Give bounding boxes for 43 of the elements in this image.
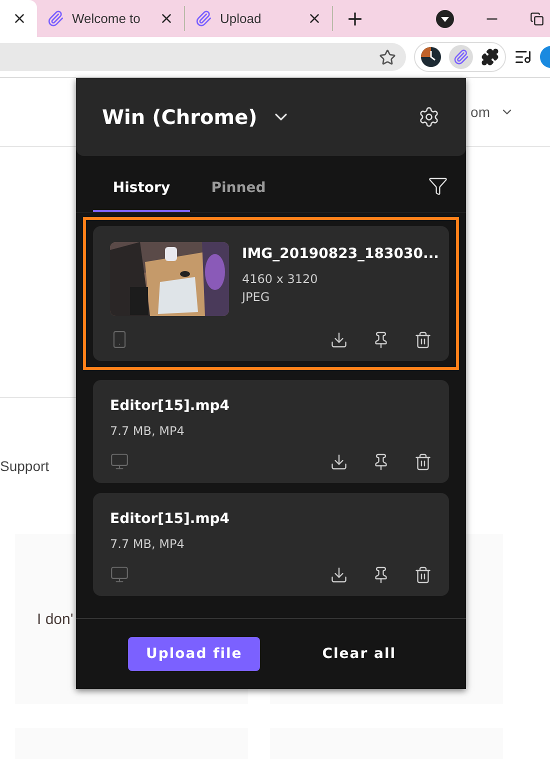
popup-tab[interactable]: History xyxy=(93,180,190,212)
pin-icon[interactable] xyxy=(372,566,390,584)
trash-icon[interactable] xyxy=(414,330,432,348)
tab-search-icon[interactable] xyxy=(436,10,454,28)
paperclip-icon xyxy=(195,10,212,27)
download-icon[interactable] xyxy=(330,566,348,584)
paperclip-icon xyxy=(47,10,64,27)
settings-icon[interactable] xyxy=(418,106,440,128)
trash-icon[interactable] xyxy=(414,452,432,470)
file-name: Editor[15].mp4 xyxy=(110,398,230,414)
download-icon[interactable] xyxy=(330,330,348,348)
file-name: Editor[15].mp4 xyxy=(110,511,230,527)
card-text: I don' xyxy=(37,610,74,628)
close-icon[interactable] xyxy=(307,11,322,26)
media-icon[interactable] xyxy=(514,48,532,66)
file-details: 7.7 MB, MP4 xyxy=(110,537,186,551)
download-icon[interactable] xyxy=(330,452,348,470)
device-title[interactable]: Win (Chrome) xyxy=(102,105,258,129)
star-icon[interactable] xyxy=(379,48,396,66)
upload-button[interactable]: Upload file xyxy=(128,637,260,671)
restore-icon[interactable] xyxy=(530,12,544,26)
browser-tab[interactable]: Upload xyxy=(185,6,333,31)
close-icon[interactable] xyxy=(12,11,27,26)
file-details: 4160 x 3120 xyxy=(242,272,319,286)
file-details: 7.7 MB, MP4 xyxy=(110,424,186,438)
trash-icon[interactable] xyxy=(414,566,432,584)
filter-icon[interactable] xyxy=(428,176,448,196)
file-card[interactable]: Editor[15].mp4 7.7 MB, MP4 xyxy=(93,493,449,596)
file-card[interactable]: IMG_20190823_183030... 4160 x 3120 JPEG xyxy=(93,226,449,361)
clock-icon[interactable] xyxy=(421,47,441,67)
extensions-icon[interactable] xyxy=(481,48,499,66)
clear-button[interactable]: Clear all xyxy=(304,637,414,671)
pin-icon[interactable] xyxy=(372,452,390,470)
paperclip-extension-button[interactable] xyxy=(449,45,473,69)
browser-tab[interactable]: Welcome to xyxy=(37,6,185,31)
nav-link[interactable]: om xyxy=(470,104,490,120)
popup-tab[interactable]: Pinned xyxy=(190,180,287,212)
close-icon[interactable] xyxy=(159,11,174,26)
profile-avatar[interactable] xyxy=(540,46,550,68)
pin-icon[interactable] xyxy=(372,330,390,348)
file-card[interactable]: Editor[15].mp4 7.7 MB, MP4 xyxy=(93,380,449,483)
file-name: IMG_20190823_183030... xyxy=(242,246,439,262)
file-details: JPEG xyxy=(242,290,271,304)
